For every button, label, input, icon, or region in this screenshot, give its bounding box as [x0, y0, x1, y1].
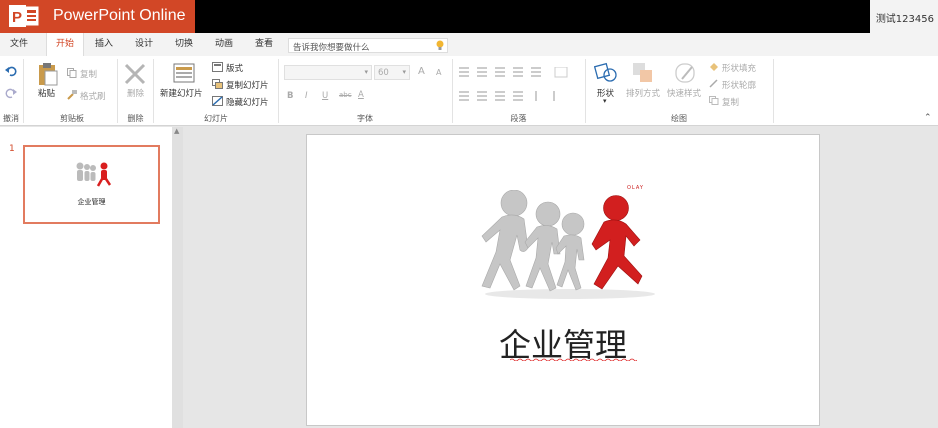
slide-thumbnail-pane: 1 企业管理 [0, 127, 172, 428]
undo-icon[interactable] [5, 65, 17, 77]
shrink-font-button[interactable]: A [436, 68, 441, 77]
new-slide-icon[interactable] [172, 61, 196, 85]
font-family-select[interactable]: ▾ [284, 65, 372, 80]
running-people-thumbnail-image [76, 162, 112, 187]
ribbon-tab-row: 文件 开始 插入 设计 切换 动画 查看 [0, 33, 938, 56]
arrange-icon [633, 63, 652, 82]
shapes-icon[interactable] [594, 61, 618, 85]
user-name: 测试123456 [875, 14, 934, 25]
font-group-label: 字体 [357, 114, 373, 123]
delete-icon [124, 63, 146, 85]
tell-me-input[interactable]: 告诉我你想要做什么 [288, 38, 448, 53]
tab-home[interactable]: 开始 [46, 33, 84, 56]
shape-fill-button[interactable]: 形状填充 [722, 62, 756, 74]
new-slide-button[interactable]: 新建幻灯片 [160, 87, 203, 99]
font-size-select[interactable]: 60 ▾ [374, 65, 410, 80]
strikethrough-button[interactable]: abc [339, 91, 352, 99]
format-painter-icon [67, 90, 77, 100]
collapse-ribbon-icon[interactable]: ⌃ [924, 113, 934, 123]
delete-group-label: 删除 [127, 114, 144, 123]
layout-icon [212, 62, 223, 72]
hide-slide-icon [212, 96, 223, 106]
duplicate-slide-icon [212, 79, 223, 89]
redo-icon[interactable] [5, 87, 17, 99]
app-name: PowerPoint Online [53, 7, 186, 24]
powerpoint-logo-icon[interactable]: P [9, 4, 39, 28]
grow-font-button[interactable]: A [418, 66, 425, 77]
paste-button[interactable]: 粘贴 [38, 87, 55, 99]
tab-transitions[interactable]: 切换 [166, 33, 202, 56]
tab-file[interactable]: 文件 [0, 33, 38, 56]
duplicate-shape-button[interactable]: 复制 [722, 96, 739, 108]
layout-button[interactable]: 版式 [226, 62, 243, 74]
chevron-down-icon: ▾ [603, 97, 607, 105]
copy-icon [67, 68, 77, 78]
thumbnail-scrollbar[interactable]: ▲ [172, 127, 183, 428]
paragraph-tools-icon[interactable] [459, 67, 579, 109]
slide-canvas[interactable]: OLAY 企业管理 [306, 134, 820, 426]
slide-thumbnail[interactable]: 企业管理 [23, 145, 160, 224]
quick-styles-icon [675, 63, 695, 83]
copy-button[interactable]: 复制 [80, 68, 97, 80]
paste-icon[interactable] [37, 62, 59, 86]
tell-me-placeholder: 告诉我你想要做什么 [293, 43, 370, 53]
spellcheck-underline [510, 358, 637, 361]
format-painter-button[interactable]: 格式刷 [80, 90, 106, 102]
quick-styles-button[interactable]: 快速样式 [667, 87, 701, 99]
slides-group-label: 幻灯片 [204, 114, 228, 123]
underline-button[interactable]: U [322, 91, 328, 101]
delete-button[interactable]: 删除 [127, 87, 144, 99]
duplicate-shape-icon [709, 96, 719, 105]
slide-number: 1 [9, 144, 15, 154]
undo-group-label: 撤消 [3, 114, 19, 123]
hide-slide-button[interactable]: 隐藏幻灯片 [226, 96, 269, 108]
tab-animations[interactable]: 动画 [206, 33, 242, 56]
ribbon-divider [773, 59, 774, 123]
chevron-down-icon: ▾ [364, 68, 368, 76]
tab-view[interactable]: 查看 [246, 33, 282, 56]
font-size-value: 60 [378, 68, 389, 78]
paragraph-group-label: 段落 [510, 114, 527, 123]
title-bar: P PowerPoint Online 测试123456 [0, 0, 938, 33]
svg-text:P: P [12, 9, 22, 26]
shape-outline-icon [709, 79, 718, 88]
scroll-up-icon[interactable]: ▲ [174, 127, 179, 135]
shape-fill-icon [710, 63, 718, 71]
tab-design[interactable]: 设计 [126, 33, 162, 56]
arrange-button[interactable]: 排列方式 [626, 87, 660, 99]
drawing-group-label: 绘图 [671, 114, 687, 123]
shape-outline-button[interactable]: 形状轮廓 [722, 79, 756, 91]
chevron-down-icon: ▾ [402, 68, 406, 76]
lightbulb-icon [436, 40, 444, 50]
brand-area: P PowerPoint Online [0, 0, 195, 33]
font-color-button[interactable]: A [358, 90, 364, 100]
ribbon: 撤消 粘贴 复制 格式刷 剪贴板 删除 删除 新建幻灯片 版式 复制幻灯片 隐藏… [0, 56, 938, 126]
italic-button[interactable]: I [305, 91, 308, 101]
user-account-button[interactable]: 测试123456 [870, 0, 938, 33]
slide-thumbnail-title: 企业管理 [77, 198, 106, 206]
running-people-image[interactable] [480, 190, 658, 300]
tab-insert[interactable]: 插入 [86, 33, 122, 56]
clipboard-group-label: 剪贴板 [60, 114, 84, 123]
ribbon-divider [23, 59, 24, 123]
duplicate-slide-button[interactable]: 复制幻灯片 [226, 79, 269, 91]
image-caption: OLAY [627, 185, 644, 191]
bold-button[interactable]: B [287, 91, 293, 101]
